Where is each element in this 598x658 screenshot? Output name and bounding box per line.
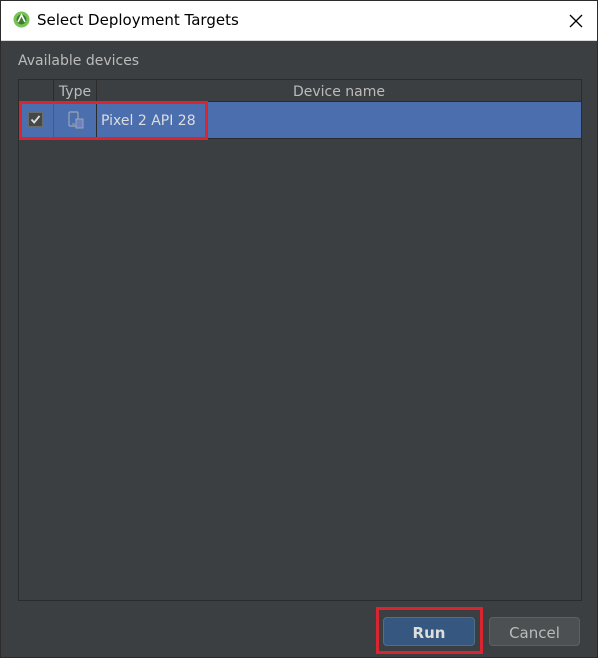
dialog-title: Select Deployment Targets bbox=[37, 11, 239, 29]
select-deployment-targets-dialog: Select Deployment Targets Available devi… bbox=[0, 0, 598, 658]
checkmark-icon bbox=[30, 115, 41, 124]
device-name: Pixel 2 API 28 bbox=[101, 113, 196, 129]
available-devices-label: Available devices bbox=[18, 53, 140, 69]
device-checkbox[interactable] bbox=[28, 112, 43, 127]
column-header-device-name[interactable]: Device name bbox=[97, 80, 581, 101]
table-row[interactable]: Pixel 2 API 28 bbox=[19, 102, 581, 139]
android-studio-icon bbox=[13, 11, 30, 28]
table-header: Type Device name bbox=[19, 80, 581, 102]
column-header-type[interactable]: Type bbox=[54, 80, 97, 101]
title-bar: Select Deployment Targets bbox=[1, 1, 597, 41]
run-button[interactable]: Run bbox=[383, 617, 475, 646]
close-icon bbox=[569, 14, 583, 28]
close-button[interactable] bbox=[563, 8, 589, 34]
row-check-cell bbox=[19, 102, 54, 138]
cancel-button[interactable]: Cancel bbox=[489, 617, 580, 646]
row-type-cell bbox=[54, 102, 97, 138]
column-header-check[interactable] bbox=[19, 80, 54, 101]
devices-table: Type Device name Pixel 2 API 28 bbox=[18, 79, 582, 601]
phone-device-icon bbox=[68, 111, 84, 129]
